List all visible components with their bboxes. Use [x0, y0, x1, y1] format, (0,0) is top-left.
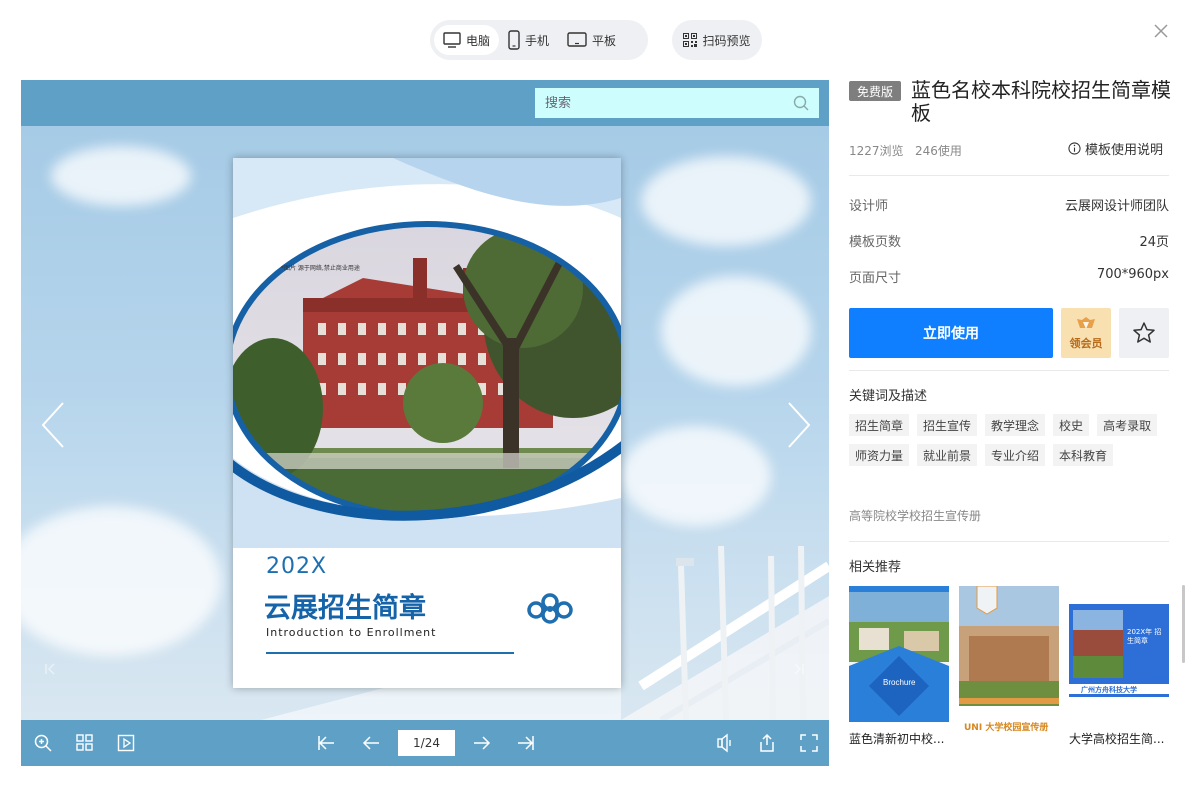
info-value: 24页: [1139, 235, 1169, 250]
related-thumbnail[interactable]: 广州方舟科技大学 202X年 招生简章: [1069, 586, 1169, 722]
info-row-size: 页面尺寸 700*960px: [849, 267, 1169, 286]
previous-page-icon[interactable]: [361, 733, 381, 753]
last-page-icon[interactable]: [516, 733, 536, 753]
viewer-toolbar: 1/24: [21, 720, 829, 766]
viewer-stage: *图片 源于网络,禁止商业用途 202X 云展招生简章 Introduction…: [21, 126, 829, 720]
next-page-icon[interactable]: [472, 733, 492, 753]
previous-page-arrow[interactable]: [39, 400, 69, 450]
cloud-logo-icon: [527, 593, 573, 624]
info-value: 700*960px: [1096, 267, 1169, 282]
search-input[interactable]: [545, 95, 793, 111]
cover-divider: [266, 652, 514, 654]
search-icon[interactable]: [793, 95, 809, 111]
related-item[interactable]: Brochure 蓝色清新初中校...: [849, 586, 949, 747]
tab-label: 电脑: [466, 33, 491, 48]
fullscreen-icon[interactable]: [799, 733, 819, 753]
keywords-heading: 关键词及描述: [849, 389, 928, 404]
related-heading: 相关推荐: [849, 560, 902, 575]
first-page-icon[interactable]: [316, 733, 336, 753]
related-item[interactable]: 广州方舟科技大学 202X年 招生简章 大学高校招生简...: [1069, 586, 1169, 747]
flipbook-viewer: *图片 源于网络,禁止商业用途 202X 云展招生简章 Introduction…: [21, 80, 829, 766]
divider: [849, 541, 1169, 542]
keyword-tag[interactable]: 师资力量: [849, 444, 910, 466]
vip-label: 领会员: [1069, 336, 1103, 350]
template-stats: 1227浏览 246使用: [849, 142, 962, 159]
keyword-tag[interactable]: 高考录取: [1097, 414, 1158, 436]
qr-code-icon: [683, 33, 698, 47]
sound-icon[interactable]: [715, 733, 735, 753]
template-title: 蓝色名校本科院校招生简章模板: [911, 78, 1171, 125]
close-icon[interactable]: [1152, 22, 1170, 40]
tab-phone[interactable]: 手机: [499, 25, 558, 55]
svg-text:广州方舟科技大学: 广州方舟科技大学: [1081, 685, 1137, 694]
info-icon: [1068, 142, 1081, 155]
vip-crown-icon: [1077, 316, 1095, 329]
panel-scrollbar[interactable]: [1182, 585, 1185, 663]
template-guide-link[interactable]: 模板使用说明: [1068, 139, 1163, 158]
free-version-badge: 免费版: [849, 81, 901, 101]
thumbnail-caption: Brochure: [883, 678, 916, 687]
thumbnail-artwork: [849, 586, 949, 722]
related-item-title: 大学高校招生简...: [1069, 732, 1165, 746]
keyword-tag[interactable]: 招生宣传: [917, 414, 978, 436]
phone-icon: [508, 30, 520, 50]
views-count: 1227浏览: [849, 144, 904, 158]
thumbnail-caption: 202X年 招生简章: [1127, 628, 1162, 645]
keyword-tag[interactable]: 就业前景: [917, 444, 978, 466]
qr-preview-label: 扫码预览: [702, 33, 751, 48]
related-item-title: 蓝色清新初中校...: [849, 732, 945, 746]
book-page[interactable]: *图片 源于网络,禁止商业用途 202X 云展招生简章 Introduction…: [233, 158, 621, 688]
tab-label: 平板: [592, 33, 617, 48]
last-page-faint-icon[interactable]: [791, 662, 805, 676]
keyword-tag[interactable]: 校史: [1053, 414, 1090, 436]
uses-count: 246使用: [915, 144, 962, 158]
cover-artwork: [233, 158, 621, 548]
thumbnail-caption: UNI 大学校园宣传册: [964, 723, 1049, 733]
tab-desktop[interactable]: 电脑: [434, 25, 500, 55]
related-item[interactable]: UNI 大学校园宣传册: [959, 586, 1059, 746]
keyword-tag[interactable]: 教学理念: [985, 414, 1046, 436]
use-now-button[interactable]: 立即使用: [849, 308, 1053, 358]
guide-label: 模板使用说明: [1085, 143, 1164, 158]
search-box[interactable]: [535, 88, 819, 118]
related-thumbnail[interactable]: UNI 大学校园宣传册: [959, 586, 1059, 746]
divider: [849, 370, 1169, 371]
page-indicator[interactable]: 1/24: [398, 730, 455, 756]
viewer-top-bar: [21, 80, 829, 126]
share-icon[interactable]: [757, 733, 777, 753]
qr-preview-button[interactable]: 扫码预览: [672, 20, 762, 60]
first-page-faint-icon[interactable]: [44, 662, 58, 676]
cover-subtitle: Introduction to Enrollment: [266, 626, 437, 639]
keyword-tag[interactable]: 本科教育: [1053, 444, 1114, 466]
info-key: 页面尺寸: [849, 271, 902, 286]
star-icon: [1133, 322, 1155, 343]
tablet-icon: [567, 32, 587, 47]
tab-label: 手机: [525, 33, 550, 48]
autoplay-icon[interactable]: [116, 733, 136, 753]
cover-year: 202X: [266, 554, 328, 579]
related-thumbnail[interactable]: Brochure: [849, 586, 949, 722]
favorite-button[interactable]: [1119, 308, 1169, 358]
divider: [849, 175, 1169, 176]
info-key: 模板页数: [849, 235, 902, 250]
photo-disclaimer: *图片 源于网络,禁止商业用途: [281, 265, 360, 272]
info-row-pages: 模板页数 24页: [849, 231, 1169, 250]
next-page-arrow[interactable]: [783, 400, 813, 450]
info-value: 云展网设计师团队: [1064, 199, 1169, 214]
get-vip-button[interactable]: 领会员: [1061, 308, 1111, 358]
keyword-tag[interactable]: 专业介绍: [985, 444, 1046, 466]
keyword-tag[interactable]: 招生简章: [849, 414, 910, 436]
tab-tablet[interactable]: 平板: [558, 25, 625, 55]
info-key: 设计师: [849, 199, 889, 214]
thumbnail-artwork: 广州方舟科技大学: [1069, 586, 1169, 722]
zoom-in-icon[interactable]: [33, 733, 53, 753]
device-tabs: 电脑 手机 平板: [430, 20, 648, 60]
cover-title: 云展招生简章: [264, 593, 426, 624]
keyword-tags: 招生简章 招生宣传 教学理念 校史 高考录取 师资力量 就业前景 专业介绍 本科…: [849, 414, 1169, 466]
monitor-icon: [443, 32, 461, 48]
thumbnails-grid-icon[interactable]: [75, 733, 95, 753]
template-description: 高等院校学校招生宣传册: [849, 509, 982, 523]
info-row-designer: 设计师 云展网设计师团队: [849, 195, 1169, 214]
